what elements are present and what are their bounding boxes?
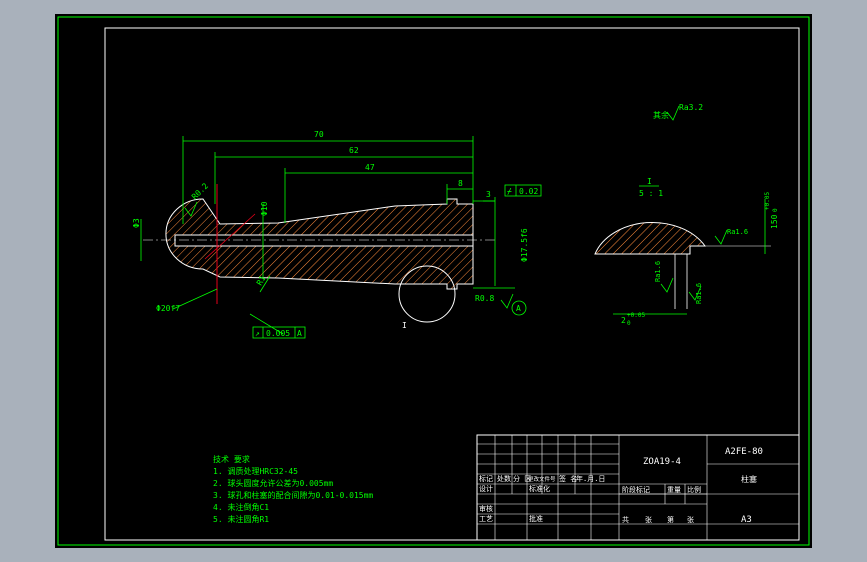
tb-sheet: 张 — [645, 515, 652, 524]
center-bore — [174, 234, 474, 247]
detail-dim-w-bot: 0 — [627, 320, 631, 327]
detail-dim-h-bot: 0 — [772, 208, 779, 212]
dim-70: 70 — [314, 130, 324, 139]
tb-approve: 批准 — [529, 514, 543, 523]
tb-count: 处数 — [497, 474, 511, 483]
svg-text:0.02: 0.02 — [519, 187, 538, 196]
notes-title: 技术 要求 — [213, 454, 250, 464]
notes-item-5: 5. 未注圆角R1 — [213, 514, 269, 524]
tb-weight: 重量 — [667, 486, 681, 494]
detail-view: I 5 : 1 Ra1.6 Ra1.6 Ra1.6 150 +0.05 0 2 — [594, 177, 779, 327]
detail-dim-w: 2 — [621, 316, 626, 325]
tb-ratio: 比例 — [687, 485, 701, 494]
notes-item-1: 1. 调质处理HRC32-45 — [213, 466, 298, 476]
dim-3: 3 — [486, 190, 491, 199]
svg-text:A: A — [516, 304, 521, 313]
title-block: 标记 处数 分 区 更改文件号 签 名 年.月.日 设计 标准化 审核 工艺 批… — [476, 434, 800, 541]
tb-marker: 标记 — [479, 474, 493, 483]
cad-application: I 70 62 47 8 3 Φ3 Φ10 Φ20f7 Φ17.5f6 R0.2… — [0, 0, 867, 562]
dim-phi3: Φ3 — [132, 218, 141, 228]
datum-a: A — [511, 300, 527, 316]
sheet-size: A3 — [741, 515, 752, 525]
detail-dim-h: 150 — [770, 214, 779, 229]
svg-text:↗: ↗ — [255, 329, 260, 338]
dim-8: 8 — [458, 179, 463, 188]
other-surfaces-label: 其余 — [653, 110, 669, 120]
notes-item-2: 2. 球头圆度允许公差为0.005mm — [213, 478, 333, 488]
tb-process: 工艺 — [479, 515, 493, 523]
svg-text:⌿: ⌿ — [507, 187, 512, 196]
dim-phi10: Φ10 — [260, 201, 269, 216]
tb-total: 共 — [622, 515, 629, 524]
technical-notes: 技术 要求 1. 调质处理HRC32-45 2. 球头圆度允许公差为0.005m… — [213, 454, 373, 524]
model-number: A2FE-80 — [725, 447, 763, 457]
tb-design: 设计 — [479, 484, 493, 493]
dim-47: 47 — [365, 163, 375, 172]
tb-sign: 签 名 — [559, 474, 577, 483]
plunger-view: I — [143, 184, 495, 330]
tb-page: 第 — [667, 515, 674, 524]
detail-dim-h-top: +0.05 — [764, 192, 771, 210]
drawing-viewport[interactable]: I 70 62 47 8 3 Φ3 Φ10 Φ20f7 Φ17.5f6 R0.2… — [55, 14, 812, 548]
dim-phi17: Φ17.5f6 — [520, 228, 529, 262]
drawing-canvas: I 70 62 47 8 3 Φ3 Φ10 Φ20f7 Φ17.5f6 R0.2… — [57, 16, 810, 546]
other-surfaces-value: Ra3.2 — [679, 103, 703, 112]
detail-section — [594, 221, 706, 255]
dim-r02: R0.2 — [190, 181, 210, 201]
detail-i-label: I — [402, 321, 407, 330]
svg-text:0.005: 0.005 — [266, 329, 290, 338]
detail-ra-a: Ra1.6 — [727, 228, 748, 236]
dim-phi20f7: Φ20f7 — [156, 304, 180, 313]
dim-62: 62 — [349, 146, 359, 155]
notes-item-4: 4. 未注倒角C1 — [213, 502, 269, 512]
svg-text:A: A — [297, 329, 302, 338]
detail-scale-top: I — [647, 177, 652, 186]
detail-ra-c: Ra1.6 — [695, 283, 703, 304]
part-name: 柱塞 — [741, 474, 757, 484]
runout-frame: ↗ 0.005 A — [252, 326, 306, 339]
flatness-frame: ⌿ 0.02 — [504, 184, 542, 197]
tb-date: 年.月.日 — [576, 474, 605, 483]
notes-item-3: 3. 球孔和柱塞的配合间隙为0.01-0.015mm — [213, 490, 373, 500]
dim-r08: R0.8 — [475, 294, 494, 303]
drawing-number: ZOA19-4 — [643, 457, 681, 467]
tb-change-doc: 更改文件号 — [528, 475, 556, 483]
tb-standardize: 标准化 — [529, 484, 550, 493]
tb-page-word: 张 — [687, 515, 694, 524]
detail-dim-w-top: +0.05 — [627, 312, 645, 319]
tb-stage: 阶段标记 — [622, 485, 650, 494]
detail-scale: 5 : 1 — [639, 189, 663, 198]
detail-ra-b: Ra1.6 — [654, 261, 662, 282]
tb-review: 审核 — [479, 504, 493, 513]
